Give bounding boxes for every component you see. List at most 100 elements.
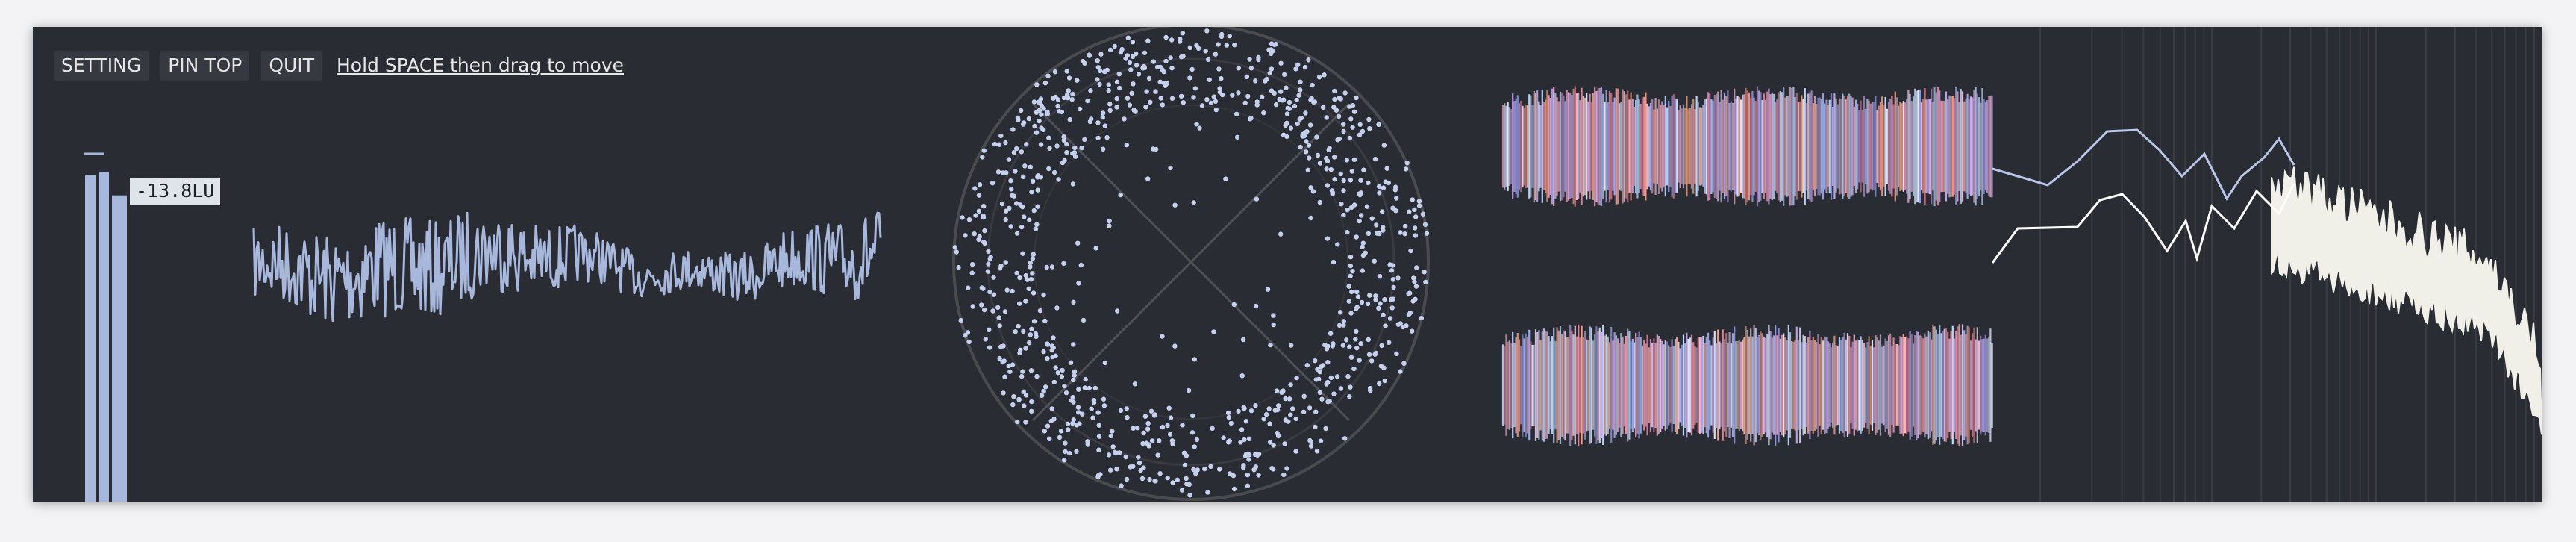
goniometer-dot [1062,383,1067,389]
goniometer-dot [1146,75,1152,81]
goniometer-dot [1414,265,1419,270]
goniometer-dot [1389,263,1395,268]
goniometer-dot [1361,167,1366,172]
goniometer-dot [1018,347,1023,352]
goniometer-dot [1328,375,1334,381]
goniometer-dot [1034,130,1040,135]
goniometer-dot [1245,483,1251,488]
goniometer-dot [1189,66,1195,72]
goniometer-dot [1116,72,1122,77]
goniometer-dot [1225,410,1231,416]
goniometer-dot [1318,364,1324,370]
goniometer-dot [1090,415,1095,420]
goniometer-dot [1236,90,1241,96]
goniometer-dot [1392,184,1398,190]
goniometer-dot [1266,406,1272,411]
goniometer-dot [979,285,985,290]
quit-button[interactable]: QUIT [261,51,322,81]
goniometer-dot [1381,312,1386,317]
setting-button[interactable]: SETTING [54,51,149,81]
goniometer-dot [1369,358,1375,364]
goniometer-dot [1269,66,1275,72]
goniometer-dot [1412,207,1417,212]
goniometer-dot [1163,83,1168,88]
goniometer-dot [1123,454,1128,460]
goniometer-dot [1310,82,1315,88]
goniometer-dot [1192,444,1197,449]
goniometer-dot [1318,438,1324,443]
goniometer-dot [1057,109,1062,114]
goniometer-dot [1271,467,1276,472]
goniometer-dot [1019,224,1025,230]
goniometer-dot [1338,310,1343,315]
goniometer-dot [1069,97,1075,102]
goniometer-dot [963,333,968,338]
goniometer-dot [1348,311,1354,316]
goniometer-dot [1088,88,1093,93]
goniometer-dot [1287,106,1292,111]
goniometer-dot [1293,66,1298,72]
goniometer-dot [1276,403,1281,408]
goniometer-dot [1023,299,1028,304]
goniometer-dot [1289,343,1294,348]
goniometer-dot [1367,293,1372,298]
goniometer-dot [1377,274,1383,279]
goniometer-dot [1056,177,1061,182]
goniometer-dot [1354,305,1360,310]
goniometer-dot [1375,231,1380,236]
goniometer-dot [1261,110,1266,116]
goniometer-dot [1267,421,1272,426]
goniometer-dot [1157,471,1163,476]
goniometer-dot [1077,106,1083,112]
goniometer-dot [1351,366,1357,372]
goniometer-dot [1001,343,1006,349]
goniometer-dot [1226,414,1231,420]
goniometer-dot [1358,341,1363,346]
goniometer-dot [1347,394,1352,399]
goniometer-dot [1055,370,1061,376]
goniometer-dot [1422,222,1428,228]
goniometer-dot [1068,360,1074,365]
goniometer-dot [1360,240,1366,246]
goniometer-dot [1329,188,1335,193]
goniometer-dot [1271,322,1276,328]
goniometer-dot [1133,109,1138,114]
goniometer-dot [1151,59,1157,64]
goniometer-dot [1096,447,1101,452]
goniometer-dot [1029,408,1034,414]
goniometer-dot [985,269,991,274]
goniometer-dot [995,305,1001,311]
goniometer-dot [1204,97,1210,102]
goniometer-dot [1295,121,1300,127]
goniometer-dot [1071,399,1076,405]
goniometer-dot [1332,155,1337,160]
goniometer-dot [1108,433,1114,439]
goniometer-dot [1293,416,1298,422]
goniometer-dot [1021,174,1026,179]
goniometer-dot [1034,82,1040,87]
goniometer-dot [1264,76,1269,82]
goniometer-dot [1153,479,1158,484]
goniometer-dot [1081,317,1087,323]
goniometer-dot [1407,290,1413,296]
goniometer-dot [1051,417,1057,422]
goniometer-dot [1112,449,1118,455]
goniometer-dot [1191,200,1196,205]
goniometer-dot [1153,89,1158,94]
goniometer-dot [987,289,992,295]
goniometer-dot [1350,125,1355,130]
goniometer-dot [1282,441,1287,446]
goniometer-dot [1192,357,1198,362]
goniometer-dot [1011,394,1016,399]
goniometer-dot [1118,192,1123,198]
goniometer-dot [1027,340,1032,346]
pin-top-button[interactable]: PIN TOP [160,51,250,81]
goniometer-dot [1063,390,1069,396]
goniometer-dot [1245,93,1251,99]
goniometer-dot [1307,155,1312,161]
goniometer-dot [1332,177,1337,182]
goniometer-dot [1047,146,1052,151]
goniometer-dot [1306,143,1312,148]
goniometer-dot [1140,440,1145,446]
goniometer-dot [1130,40,1136,45]
